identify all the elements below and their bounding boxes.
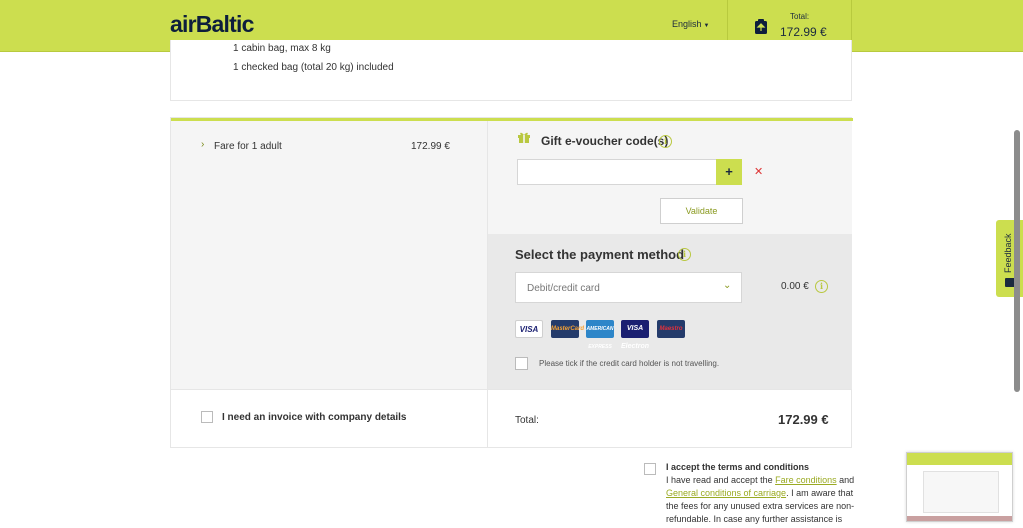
amex-card-logo: AMERICAN EXPRESS <box>586 320 614 350</box>
gift-voucher-section: Gift e-voucher code(s) i + ✕ Validate <box>488 121 852 234</box>
visa-electron-logo: VISA Electron <box>621 320 649 350</box>
scrollbar[interactable] <box>1014 130 1020 392</box>
visa-card-logo: VISA <box>515 320 543 338</box>
page-preview-thumbnail <box>906 452 1013 522</box>
cabin-bag-info: 1 cabin bag, max 8 kg <box>233 43 331 54</box>
language-selector[interactable]: English ▼ <box>672 19 709 29</box>
cart-total-label: Total: <box>790 12 810 21</box>
caret-down-icon: ▼ <box>703 23 710 29</box>
terms-checkbox[interactable] <box>644 463 656 475</box>
validate-button[interactable]: Validate <box>660 198 743 224</box>
mastercard-logo: MasterCard <box>551 320 584 338</box>
terms-and: and <box>836 475 855 485</box>
total-row: Total: 172.99 € <box>488 389 852 448</box>
payment-method-select[interactable]: Debit/credit card ⌄ <box>515 272 742 303</box>
invoice-row: I need an invoice with company details <box>171 389 488 448</box>
chevron-right-icon[interactable]: › <box>201 139 204 150</box>
payment-fee: 0.00 € <box>781 281 809 292</box>
cart-total-value: 172.99 € <box>780 25 827 39</box>
general-conditions-link[interactable]: General conditions of carriage <box>666 488 786 498</box>
fare-breakdown: › Fare for 1 adult 172.99 € <box>171 121 488 389</box>
remove-voucher-icon[interactable]: ✕ <box>754 165 763 178</box>
info-icon[interactable]: i <box>678 248 691 261</box>
payment-method-value: Debit/credit card <box>527 283 600 294</box>
terms-block: I accept the terms and conditions I have… <box>666 461 856 526</box>
info-icon[interactable]: i <box>815 280 828 293</box>
total-value: 172.99 € <box>778 412 829 427</box>
payment-method-section: Select the payment method i Debit/credit… <box>488 234 852 389</box>
feedback-label: Feedback <box>1003 233 1013 273</box>
language-label: English <box>672 19 702 29</box>
preview-header <box>907 453 1012 465</box>
fare-conditions-link[interactable]: Fare conditions <box>775 475 837 485</box>
payment-panel: › Fare for 1 adult 172.99 € Gift e-vouch… <box>170 117 853 448</box>
chevron-down-icon: ⌄ <box>723 280 732 291</box>
terms-text-start: I have read and accept the <box>666 475 776 485</box>
maestro-card-logo: Maestro <box>657 320 685 338</box>
terms-text: I have read and accept the Fare conditio… <box>666 474 856 526</box>
preview-footer <box>907 516 1012 521</box>
terms-title[interactable]: I accept the terms and conditions <box>666 461 856 474</box>
total-label: Total: <box>515 415 539 426</box>
invoice-checkbox[interactable] <box>201 411 213 423</box>
card-holder-checkbox[interactable] <box>515 357 528 370</box>
airbaltic-logo[interactable]: airBaltic <box>170 11 254 38</box>
fare-label[interactable]: Fare for 1 adult <box>214 141 282 152</box>
gift-icon <box>518 132 530 143</box>
booking-bag-icon <box>755 19 767 34</box>
voucher-code-input[interactable] <box>517 159 717 185</box>
checked-bag-info: 1 checked bag (total 20 kg) included <box>233 62 394 73</box>
preview-body <box>923 471 999 513</box>
invoice-label[interactable]: I need an invoice with company details <box>222 412 407 423</box>
payment-method-title: Select the payment method <box>515 247 685 262</box>
info-icon[interactable]: i <box>659 135 672 148</box>
fare-price: 172.99 € <box>411 141 450 152</box>
voucher-title: Gift e-voucher code(s) <box>541 134 669 148</box>
card-holder-label: Please tick if the credit card holder is… <box>539 359 720 368</box>
flight-info-card: 1 cabin bag, max 8 kg 1 checked bag (tot… <box>170 40 852 101</box>
add-voucher-button[interactable]: + <box>716 159 742 185</box>
